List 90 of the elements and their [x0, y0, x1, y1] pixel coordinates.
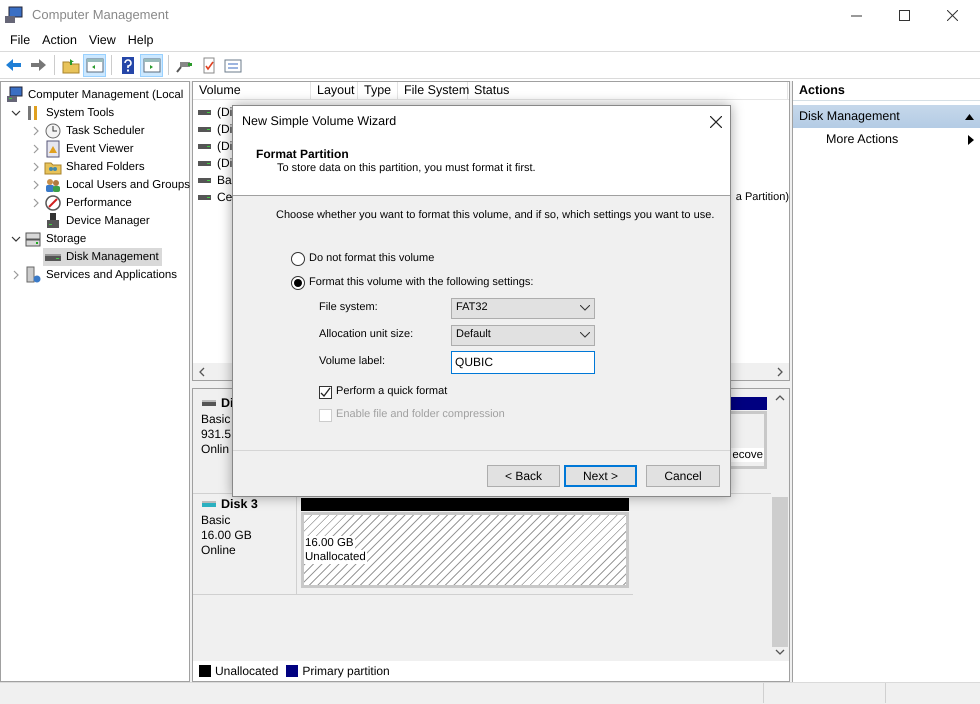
- collapse-icon: [965, 113, 974, 120]
- column-header[interactable]: Status: [468, 82, 788, 99]
- tree-item[interactable]: Services and Applications: [23, 266, 180, 284]
- action-group[interactable]: Disk Management: [793, 105, 980, 128]
- checkbox[interactable]: [319, 386, 332, 399]
- column-header[interactable]: Layout: [311, 82, 358, 99]
- disk-size: 931.5: [201, 426, 232, 442]
- disk-name: Disk 3: [221, 497, 258, 513]
- table-cell: (Di: [217, 156, 232, 171]
- disk-status: Onlin: [201, 442, 230, 457]
- menu-item[interactable]: Help: [122, 30, 160, 50]
- maximize-icon[interactable]: [898, 10, 910, 20]
- submenu-arrow-icon: [968, 135, 974, 145]
- radio-button[interactable]: [291, 252, 305, 266]
- tree-item[interactable]: Event Viewer: [43, 140, 137, 158]
- legend-label: Unallocated: [215, 664, 278, 678]
- close-icon[interactable]: [946, 10, 958, 20]
- legend-label: Primary partition: [302, 664, 390, 678]
- tree-item[interactable]: Performance: [43, 194, 135, 212]
- disk-status: Online: [201, 542, 237, 558]
- dialog-button[interactable]: Next >: [564, 465, 637, 487]
- device-icon: [44, 212, 62, 230]
- app-icon: [4, 6, 24, 24]
- dropdown-caret-icon: [580, 332, 590, 338]
- tree-item[interactable]: Local Users and Groups: [43, 176, 194, 194]
- tree-item[interactable]: Device Manager: [43, 212, 153, 230]
- action-item[interactable]: More Actions: [793, 128, 980, 152]
- close-icon[interactable]: [710, 116, 722, 128]
- partition-text: 16.00 GB: [304, 536, 355, 550]
- tree-item[interactable]: Computer Management (Local: [5, 86, 186, 104]
- scroll-down-icon[interactable]: [775, 647, 785, 657]
- radio-label[interactable]: Do not format this volume: [309, 252, 434, 266]
- table-cell: (Di: [217, 122, 232, 137]
- scroll-up-icon[interactable]: [775, 393, 785, 403]
- clock-icon: [44, 122, 62, 140]
- field-label: Volume label:: [319, 355, 386, 370]
- computer-icon: [6, 86, 24, 104]
- toolbar-button[interactable]: [140, 54, 163, 76]
- disk-type: Basic: [201, 512, 232, 528]
- table-cell: (Di: [217, 105, 232, 120]
- partition-text: Unallocated: [304, 550, 367, 564]
- dialog-heading: Format Partition: [256, 146, 350, 162]
- tree-item[interactable]: Disk Management: [43, 248, 162, 266]
- table-cell: (Di: [217, 139, 232, 154]
- radio-button[interactable]: [291, 276, 305, 290]
- field-label: File system:: [319, 301, 379, 316]
- check-icon: [320, 386, 331, 398]
- disk-size: 16.00 GB: [201, 528, 253, 543]
- scroll-right-icon[interactable]: [775, 366, 785, 376]
- tree-item[interactable]: Shared Folders: [43, 158, 148, 176]
- window-title: Computer Management: [32, 6, 169, 24]
- pane-title: Actions: [793, 81, 980, 101]
- services-icon: [24, 266, 42, 284]
- table-cell: a Partition): [736, 190, 789, 204]
- partition-text: ecove: [731, 448, 764, 462]
- dropdown[interactable]: FAT32: [451, 298, 595, 319]
- menu-item[interactable]: Action: [36, 30, 83, 50]
- column-header[interactable]: Type: [358, 82, 398, 99]
- table-cell: Ce: [217, 190, 232, 205]
- users-icon: [44, 176, 62, 194]
- column-header[interactable]: Volume: [193, 82, 311, 99]
- dialog-button[interactable]: Cancel: [646, 465, 720, 487]
- partition[interactable]: 16.00 GB Unallocated: [301, 512, 629, 588]
- dialog-subheading: To store data on this partition, you must format it first.: [276, 162, 537, 176]
- dialog-title: New Simple Volume Wizard: [242, 114, 396, 130]
- table-cell: Ba: [217, 173, 232, 188]
- checkbox-label: Perform a quick format: [336, 385, 448, 400]
- toolbar-button[interactable]: [83, 54, 106, 76]
- text-field[interactable]: QUBIC: [451, 350, 595, 374]
- dropdown[interactable]: Default: [451, 324, 595, 346]
- scroll-left-icon[interactable]: [197, 366, 207, 376]
- tree-item[interactable]: System Tools: [23, 104, 118, 122]
- column-header[interactable]: File System: [398, 82, 468, 99]
- menu-item[interactable]: View: [82, 30, 122, 50]
- dialog-button[interactable]: < Back: [487, 465, 560, 487]
- dropdown-caret-icon: [580, 305, 590, 312]
- performance-icon: [44, 194, 62, 212]
- event-log-icon: [44, 140, 62, 158]
- storage-icon: [24, 230, 42, 248]
- instruction-text: Choose whether you want to format this volume, and if so, which settings you want to use.: [276, 209, 716, 223]
- radio-label[interactable]: Format this volume with the following settings:: [309, 276, 534, 290]
- pane-icon: [84, 56, 104, 74]
- field-label: Allocation unit size:: [319, 328, 414, 342]
- pane-icon: [142, 56, 162, 74]
- tree-item[interactable]: Storage: [23, 230, 90, 248]
- checkbox-label: Enable file and folder compression: [336, 408, 505, 422]
- scrollbar-thumb[interactable]: [772, 497, 788, 647]
- tree-item[interactable]: Task Scheduler: [43, 122, 148, 140]
- disk-type: Basic: [201, 412, 232, 427]
- menu-item[interactable]: File: [4, 30, 36, 50]
